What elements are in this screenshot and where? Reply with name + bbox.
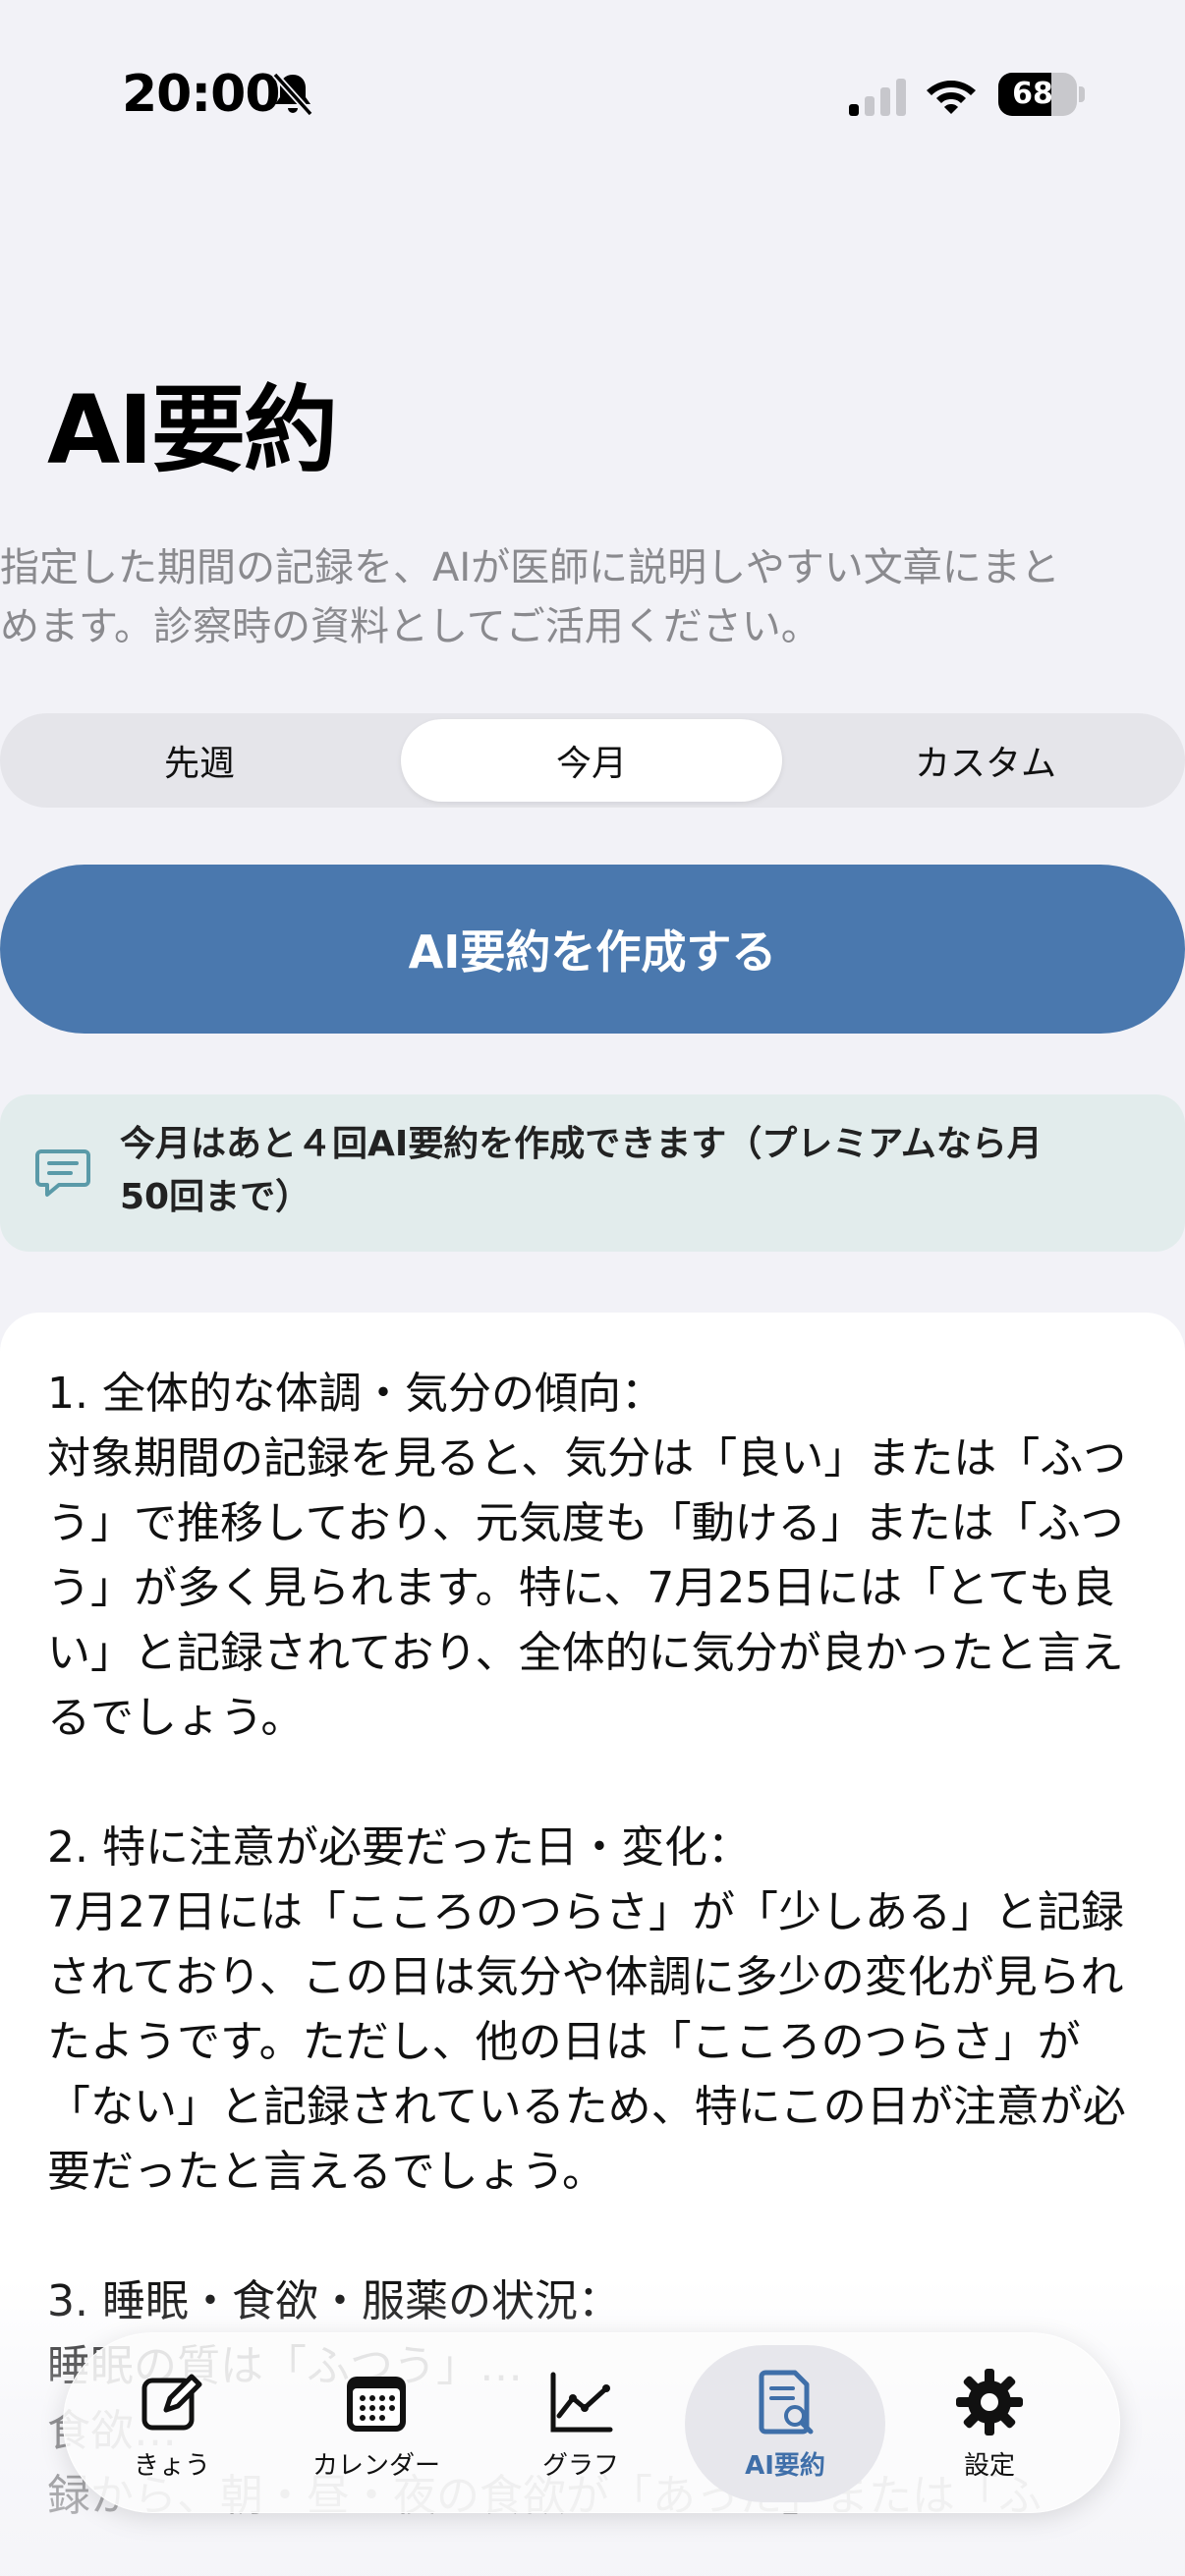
gear-icon	[956, 2369, 1023, 2436]
page-description: 指定した期間の記録を、AIが医師に説明しやすい文章にまとめます。診察時の資料とし…	[0, 545, 1060, 649]
line-chart-icon	[550, 2372, 613, 2433]
tab-ai-summary[interactable]: AI要約	[685, 2345, 885, 2502]
compose-icon	[141, 2374, 202, 2431]
battery-tip	[1079, 86, 1085, 102]
tab-label: AI要約	[745, 2451, 825, 2481]
period-option-this-month[interactable]: 今月	[401, 719, 782, 802]
tab-label: きょう	[133, 2451, 210, 2481]
calendar-icon	[347, 2377, 406, 2432]
tab-calendar[interactable]: カレンダー	[276, 2345, 477, 2502]
tab-settings[interactable]: 設定	[889, 2345, 1090, 2502]
status-bar: 20:00 68	[0, 0, 1185, 196]
period-selector: 先週 今月 カスタム	[0, 713, 1185, 808]
status-time: 20:00	[122, 65, 281, 124]
battery-level: 68	[1012, 77, 1053, 111]
tab-bar: きょう カレンダー グラフ AI要約 設定	[63, 2332, 1120, 2513]
page-title: AI要約	[47, 375, 338, 485]
period-option-last-week[interactable]: 先週	[8, 719, 391, 802]
battery-icon: 68	[998, 73, 1077, 116]
info-banner: 今月はあと４回AI要約を作成できます（プレミアムなら月50回まで）	[0, 1094, 1185, 1252]
bell-slash-icon	[272, 72, 313, 117]
create-summary-button[interactable]: AI要約を作成する	[0, 865, 1185, 1034]
screen: 20:00 68 AI要約 指定した期間の記録を、AIが医師に説明しやすい文章に…	[0, 0, 1185, 2576]
wifi-icon	[927, 81, 976, 114]
document-search-icon	[759, 2370, 814, 2435]
signal-icon	[849, 79, 906, 116]
chat-bubble-icon	[35, 1149, 90, 1197]
tab-label: 設定	[963, 2451, 1015, 2481]
tab-graph[interactable]: グラフ	[480, 2345, 681, 2502]
tab-label: カレンダー	[311, 2451, 440, 2481]
tab-label: グラフ	[541, 2451, 619, 2481]
period-option-custom[interactable]: カスタム	[794, 719, 1177, 802]
tab-today[interactable]: きょう	[72, 2345, 272, 2502]
info-banner-text: 今月はあと４回AI要約を作成できます（プレミアムなら月50回まで）	[120, 1124, 1043, 1217]
